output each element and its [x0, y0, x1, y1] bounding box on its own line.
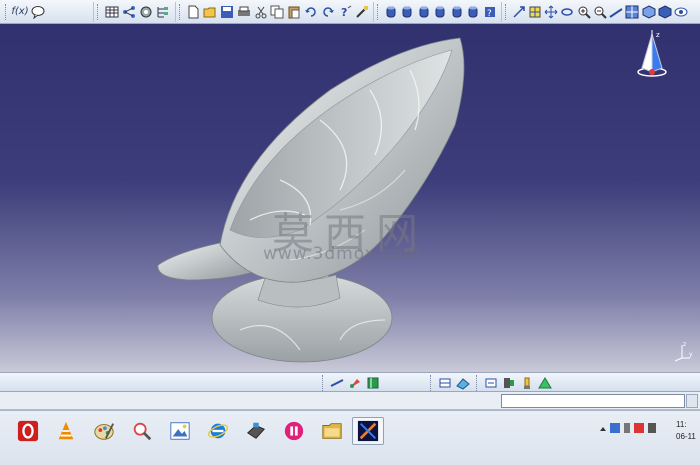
- apps-toolbar: ?: [374, 1, 502, 22]
- view-toolbar: [502, 2, 692, 22]
- 3d-viewport[interactable]: z z y 莫西网 www.3dmox.com: [0, 24, 700, 372]
- toolbar-grip[interactable]: [97, 3, 101, 20]
- fly-icon[interactable]: [512, 4, 526, 20]
- snap-icon[interactable]: [437, 375, 453, 391]
- power-input-field[interactable]: [501, 394, 685, 408]
- clock-date: 06-11: [676, 432, 696, 441]
- normal-view-icon[interactable]: [609, 4, 623, 20]
- print-icon[interactable]: [236, 4, 251, 20]
- cut-icon[interactable]: [253, 4, 268, 20]
- lamp-icon[interactable]: [519, 375, 535, 391]
- open-folder-icon[interactable]: [203, 4, 218, 20]
- folder-icon[interactable]: [318, 417, 346, 445]
- tree-expand-icon[interactable]: [156, 4, 171, 20]
- power-input-button[interactable]: [686, 394, 698, 408]
- formula-toolbar: f(x): [2, 1, 94, 22]
- cylinder-icon[interactable]: [450, 4, 464, 20]
- tray-network-icon[interactable]: [610, 423, 620, 433]
- bottom-toolbar-group-c: [476, 375, 554, 391]
- compass-icon[interactable]: z: [630, 28, 678, 80]
- tray-arrow-icon[interactable]: [600, 425, 606, 431]
- zoom-in-icon[interactable]: [577, 4, 591, 20]
- mouse-app-icon[interactable]: [242, 417, 270, 445]
- toolbar-grip[interactable]: [430, 375, 434, 391]
- settings-icon[interactable]: [138, 4, 153, 20]
- cylinder-icon[interactable]: [417, 4, 431, 20]
- internet-explorer-icon[interactable]: [204, 417, 232, 445]
- axis-triad-icon: z y: [674, 341, 693, 362]
- measure-icon[interactable]: [329, 375, 345, 391]
- bottom-toolbar-group-a: [322, 375, 382, 391]
- standard-toolbar: ?: [176, 1, 374, 22]
- watermark-url: www.3dmox.com: [263, 244, 422, 264]
- music-player-icon[interactable]: [280, 417, 308, 445]
- svg-text:?: ?: [487, 9, 492, 19]
- hide-show-icon[interactable]: [674, 4, 688, 20]
- rotate-icon[interactable]: [560, 4, 574, 20]
- bottom-toolbar: [0, 372, 700, 392]
- new-file-icon[interactable]: [186, 4, 201, 20]
- toolbar-grip[interactable]: [476, 375, 480, 391]
- pan-icon[interactable]: [544, 4, 558, 20]
- toolbar-grip[interactable]: [505, 3, 509, 20]
- picture-viewer-icon[interactable]: [166, 417, 194, 445]
- toolbar-grip[interactable]: [179, 3, 183, 20]
- iso-view-icon[interactable]: [641, 4, 656, 20]
- cylinder-icon[interactable]: [466, 4, 480, 20]
- compass-z-label: z: [656, 31, 660, 39]
- compass-tool-icon[interactable]: [501, 375, 517, 391]
- tray-battery-icon[interactable]: [624, 423, 630, 433]
- catia-taskbar-icon[interactable]: [352, 417, 384, 445]
- axis-y-label: y: [689, 351, 693, 358]
- whats-this-icon[interactable]: [354, 4, 369, 20]
- cylinder-icon[interactable]: [384, 4, 398, 20]
- undo-icon[interactable]: [304, 4, 319, 20]
- svg-text:?: ?: [341, 6, 347, 19]
- shading-icon[interactable]: [658, 4, 672, 20]
- table-icon[interactable]: [104, 4, 119, 20]
- paste-icon[interactable]: [287, 4, 302, 20]
- tree-icon[interactable]: [121, 4, 136, 20]
- constraint-icon[interactable]: [483, 375, 499, 391]
- cylinder-icon[interactable]: [433, 4, 447, 20]
- bottom-toolbar-group-b: [430, 375, 472, 391]
- toolbar-grip[interactable]: [377, 3, 381, 20]
- windows-taskbar: 11: 06-11: [0, 410, 700, 465]
- comment-icon[interactable]: [30, 4, 46, 20]
- toolbar-grip[interactable]: [322, 375, 326, 391]
- opera-icon[interactable]: [14, 417, 42, 445]
- multi-view-icon[interactable]: [625, 4, 639, 20]
- axis-z-label: z: [683, 341, 686, 348]
- apply-material-icon[interactable]: [347, 375, 363, 391]
- tray-volume-icon[interactable]: [648, 423, 656, 433]
- shape-icon[interactable]: [537, 375, 553, 391]
- clock-time: 11:: [676, 420, 687, 429]
- tray-flag-icon[interactable]: [634, 423, 644, 433]
- formula-icon[interactable]: f(x): [11, 4, 28, 20]
- save-icon[interactable]: [219, 4, 234, 20]
- catia-window: f(x) ? ? z z y 莫西网 www.3dmox.com 11: 06-…: [0, 0, 700, 465]
- system-tray: [600, 423, 660, 433]
- search-app-icon[interactable]: [128, 417, 156, 445]
- toolbar-grip[interactable]: [5, 3, 9, 20]
- analysis-icon[interactable]: [365, 375, 381, 391]
- copy-icon[interactable]: [270, 4, 285, 20]
- taskbar-clock[interactable]: 11: 06-11: [676, 419, 696, 443]
- help-icon[interactable]: ?: [337, 4, 352, 20]
- status-bar: [0, 392, 700, 410]
- vlc-icon[interactable]: [52, 417, 80, 445]
- render-icon[interactable]: [455, 375, 471, 391]
- help-icon[interactable]: ?: [483, 4, 497, 20]
- top-toolbar: f(x) ? ?: [0, 0, 700, 24]
- cylinder-icon[interactable]: [400, 4, 414, 20]
- fit-all-icon[interactable]: [528, 4, 542, 20]
- zoom-out-icon[interactable]: [593, 4, 607, 20]
- redo-icon[interactable]: [321, 4, 336, 20]
- paint-icon[interactable]: [90, 417, 118, 445]
- catalog-toolbar: [94, 1, 176, 22]
